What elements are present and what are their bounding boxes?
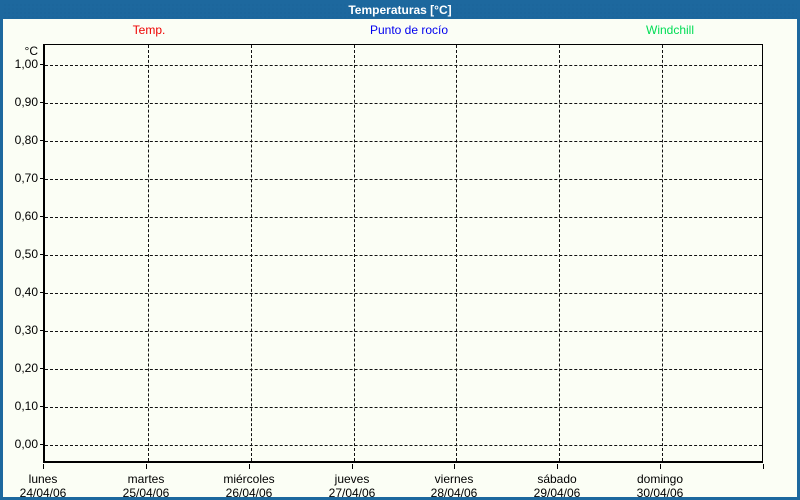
- x-axis-tick: [43, 464, 44, 469]
- y-tick-label: 0,80: [14, 133, 38, 147]
- y-tick-label: 0,90: [14, 95, 38, 109]
- y-axis-tick: [40, 178, 43, 179]
- x-gridline: [251, 45, 252, 461]
- y-gridline: [45, 293, 762, 294]
- x-date-label: 30/04/06: [636, 486, 684, 500]
- y-axis-tick: [40, 254, 43, 255]
- y-gridline: [45, 369, 762, 370]
- x-date-label: 26/04/06: [225, 486, 273, 500]
- x-axis-tick: [454, 464, 455, 469]
- x-axis-tick: [660, 464, 661, 469]
- y-tick-label: 0,40: [14, 285, 38, 299]
- legend-item-dew-point: Punto de rocío: [369, 23, 449, 37]
- y-gridline: [45, 217, 762, 218]
- y-gridline: [45, 65, 762, 66]
- y-tick-label: 0,50: [14, 247, 38, 261]
- y-gridline: [45, 331, 762, 332]
- y-gridline: [45, 141, 762, 142]
- x-day-label: jueves: [334, 472, 370, 486]
- y-tick-label: 0,60: [14, 209, 38, 223]
- y-tick-label: 1,00: [14, 57, 38, 71]
- x-axis-tick: [249, 464, 250, 469]
- x-axis-tick: [557, 464, 558, 469]
- x-day-label: sábado: [537, 472, 577, 486]
- x-gridline: [456, 45, 457, 461]
- y-gridline: [45, 255, 762, 256]
- x-date-label: 29/04/06: [533, 486, 581, 500]
- y-gridline: [45, 179, 762, 180]
- chart-title-bar: Temperaturas [°C]: [3, 3, 797, 19]
- y-tick-label: 0,30: [14, 323, 38, 337]
- y-gridline: [45, 445, 762, 446]
- y-tick-label: 0,20: [14, 361, 38, 375]
- x-gridline: [662, 45, 663, 461]
- x-date-label: 25/04/06: [122, 486, 170, 500]
- x-day-label: miércoles: [223, 472, 275, 486]
- x-date-label: 27/04/06: [328, 486, 376, 500]
- y-axis-tick: [40, 102, 43, 103]
- x-day-label: viernes: [434, 472, 474, 486]
- x-gridline: [148, 45, 149, 461]
- y-gridline: [45, 407, 762, 408]
- x-date-label: 28/04/06: [430, 486, 478, 500]
- y-axis-tick: [40, 444, 43, 445]
- legend-item-temp: Temp.: [132, 23, 166, 37]
- x-axis-tick: [146, 464, 147, 469]
- y-tick-label: 0,10: [14, 399, 38, 413]
- x-gridline: [354, 45, 355, 461]
- y-axis-tick: [40, 330, 43, 331]
- chart-title: Temperaturas [°C]: [348, 3, 452, 17]
- y-tick-label: 0,00: [14, 437, 38, 451]
- x-day-label: domingo: [636, 472, 684, 486]
- y-tick-label: 0,70: [14, 171, 38, 185]
- y-gridline: [45, 103, 762, 104]
- y-axis-tick: [40, 64, 43, 65]
- legend-item-windchill: Windchill: [645, 23, 695, 37]
- y-axis-tick: [40, 216, 43, 217]
- chart-window: Temperaturas [°C] Temp. Punto de rocío W…: [0, 0, 800, 500]
- x-date-label: 24/04/06: [19, 486, 67, 500]
- y-axis-tick: [40, 140, 43, 141]
- x-gridline: [559, 45, 560, 461]
- x-axis-tick: [763, 464, 764, 469]
- y-axis-tick: [40, 406, 43, 407]
- x-day-label: lunes: [28, 472, 58, 486]
- y-axis-tick: [40, 292, 43, 293]
- plot-area: [43, 44, 763, 463]
- x-day-label: martes: [127, 472, 165, 486]
- x-axis-tick: [352, 464, 353, 469]
- y-axis-tick: [40, 368, 43, 369]
